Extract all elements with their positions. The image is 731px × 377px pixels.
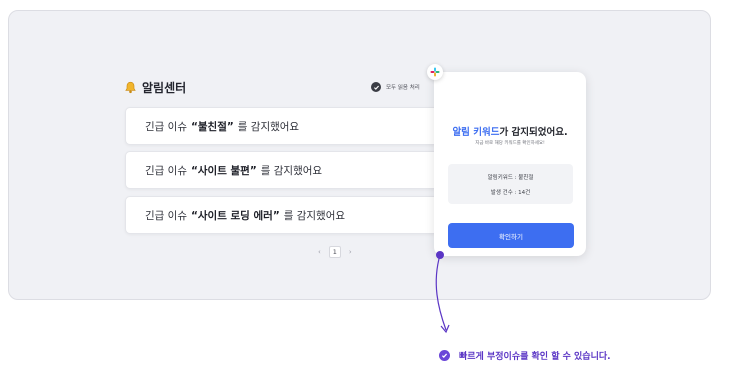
card-title: 알림 키워드가 감지되었어요. [434, 124, 586, 138]
check-circle-icon [371, 82, 381, 92]
bell-icon [125, 81, 136, 94]
card-title-rest: 가 감지되었어요. [499, 127, 568, 138]
count-line: 발생 건수 : 14건 [490, 190, 531, 196]
footnote: 빠르게 부정이슈를 확인 할 수 있습니다. [439, 349, 611, 362]
panel-title-text: 알림센터 [142, 81, 187, 95]
notification-center-title: 알림센터 [124, 79, 186, 96]
keyword-line: 알림키워드 : 불친절 [487, 175, 534, 181]
alert-keyword: “사이트 불편” [190, 164, 257, 177]
confirm-button[interactable]: 확인하기 [448, 223, 574, 248]
pagination: ‹ 1 › [318, 246, 352, 258]
footnote-text: 빠르게 부정이슈를 확인 할 수 있습니다. [459, 352, 611, 362]
alert-keyword: “불친절” [190, 120, 234, 133]
alert-prefix: 긴급 이슈 [145, 209, 187, 222]
card-subtitle: 지금 바로 해당 키워드를 확인하세요! [475, 141, 545, 146]
keyword-alert-card: 알림 키워드가 감지되었어요. 지금 바로 해당 키워드를 확인하세요! 알림키… [434, 72, 586, 256]
alert-keyword: “사이트 로딩 에러” [190, 209, 280, 222]
alert-suffix: 를 감지했어요 [283, 209, 346, 222]
mark-all-read-label: 모두 읽음 처리 [386, 85, 420, 91]
alert-suffix: 를 감지했어요 [237, 120, 300, 133]
card-title-keyword: 알림 키워드 [452, 127, 500, 138]
check-circle-icon [439, 350, 450, 361]
pointer-arrow-icon [435, 251, 450, 334]
prev-page-button[interactable]: ‹ [318, 248, 321, 256]
alert-suffix: 를 감지했어요 [260, 164, 323, 177]
app-logo-icon [427, 64, 443, 80]
alert-prefix: 긴급 이슈 [145, 120, 187, 133]
alert-row[interactable]: 긴급 이슈 “불친절” 를 감지했어요 [125, 107, 455, 145]
keyword-info-box: 알림키워드 : 불친절 발생 건수 : 14건 [448, 164, 573, 204]
page-number-current[interactable]: 1 [328, 246, 341, 258]
alert-prefix: 긴급 이슈 [145, 164, 187, 177]
alert-row[interactable]: 긴급 이슈 “사이트 로딩 에러” 를 감지했어요 [125, 196, 455, 234]
mark-all-read-button[interactable]: 모두 읽음 처리 [371, 82, 420, 92]
alert-row[interactable]: 긴급 이슈 “사이트 불편” 를 감지했어요 [125, 151, 455, 189]
next-page-button[interactable]: › [349, 248, 352, 256]
